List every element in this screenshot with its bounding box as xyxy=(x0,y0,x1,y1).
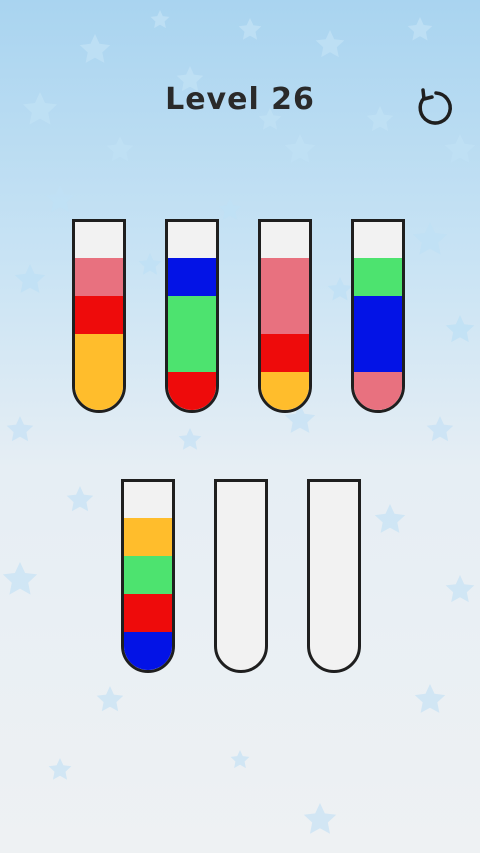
tube-4[interactable] xyxy=(351,219,405,413)
level-title: Level 26 xyxy=(165,82,315,117)
star-decoration xyxy=(48,758,72,780)
liquid-layer-red xyxy=(75,296,123,334)
star-decoration xyxy=(138,253,162,275)
liquid-layer-green xyxy=(124,556,172,594)
liquid-layer-pink xyxy=(354,372,402,410)
star-background xyxy=(2,10,476,834)
liquid-layer-yellow xyxy=(75,372,123,410)
star-decoration xyxy=(407,17,433,41)
liquid-layer-blue xyxy=(168,258,216,296)
star-decoration xyxy=(327,277,353,301)
star-decoration xyxy=(178,428,202,450)
liquid-layer-green xyxy=(168,296,216,334)
tube-3[interactable] xyxy=(258,219,312,413)
star-decoration xyxy=(315,30,345,58)
restart-icon xyxy=(418,88,452,125)
star-decoration xyxy=(6,416,34,442)
liquid-layer-yellow xyxy=(124,518,172,556)
star-decoration xyxy=(445,575,475,603)
tube-2[interactable] xyxy=(165,219,219,413)
star-decoration xyxy=(96,686,124,712)
star-decoration xyxy=(218,198,242,220)
tube-liquid xyxy=(168,258,216,410)
liquid-layer-yellow xyxy=(75,334,123,372)
star-decoration xyxy=(66,486,94,512)
tube-liquid xyxy=(354,258,402,410)
star-decoration xyxy=(445,315,475,343)
liquid-layer-blue xyxy=(354,334,402,372)
star-decoration xyxy=(284,134,316,163)
star-decoration xyxy=(303,803,337,834)
restart-button[interactable] xyxy=(410,84,458,130)
liquid-layer-green xyxy=(354,258,402,296)
star-decoration xyxy=(79,34,111,63)
star-decoration xyxy=(414,684,446,713)
star-decoration xyxy=(230,750,250,769)
liquid-layer-green xyxy=(168,334,216,372)
star-decoration xyxy=(444,134,476,163)
liquid-layer-blue xyxy=(354,296,402,334)
liquid-layer-blue xyxy=(124,632,172,670)
liquid-layer-pink xyxy=(75,258,123,296)
star-decoration xyxy=(14,264,46,293)
liquid-layer-red xyxy=(168,372,216,410)
liquid-layer-red xyxy=(124,594,172,632)
tube-liquid xyxy=(261,258,309,410)
star-decoration xyxy=(412,222,448,255)
liquid-layer-pink xyxy=(261,296,309,334)
liquid-layer-pink xyxy=(261,258,309,296)
tube-6[interactable] xyxy=(214,479,268,673)
liquid-layer-red xyxy=(261,334,309,372)
star-decoration xyxy=(2,562,38,595)
star-decoration xyxy=(374,504,406,533)
tube-5[interactable] xyxy=(121,479,175,673)
star-decoration xyxy=(106,136,134,162)
star-decoration xyxy=(426,416,454,442)
star-decoration xyxy=(238,18,262,40)
star-decoration xyxy=(45,185,75,213)
liquid-layer-yellow xyxy=(261,372,309,410)
star-decoration xyxy=(150,10,170,29)
tube-1[interactable] xyxy=(72,219,126,413)
tube-7[interactable] xyxy=(307,479,361,673)
tube-liquid xyxy=(75,258,123,410)
tube-liquid xyxy=(124,518,172,670)
